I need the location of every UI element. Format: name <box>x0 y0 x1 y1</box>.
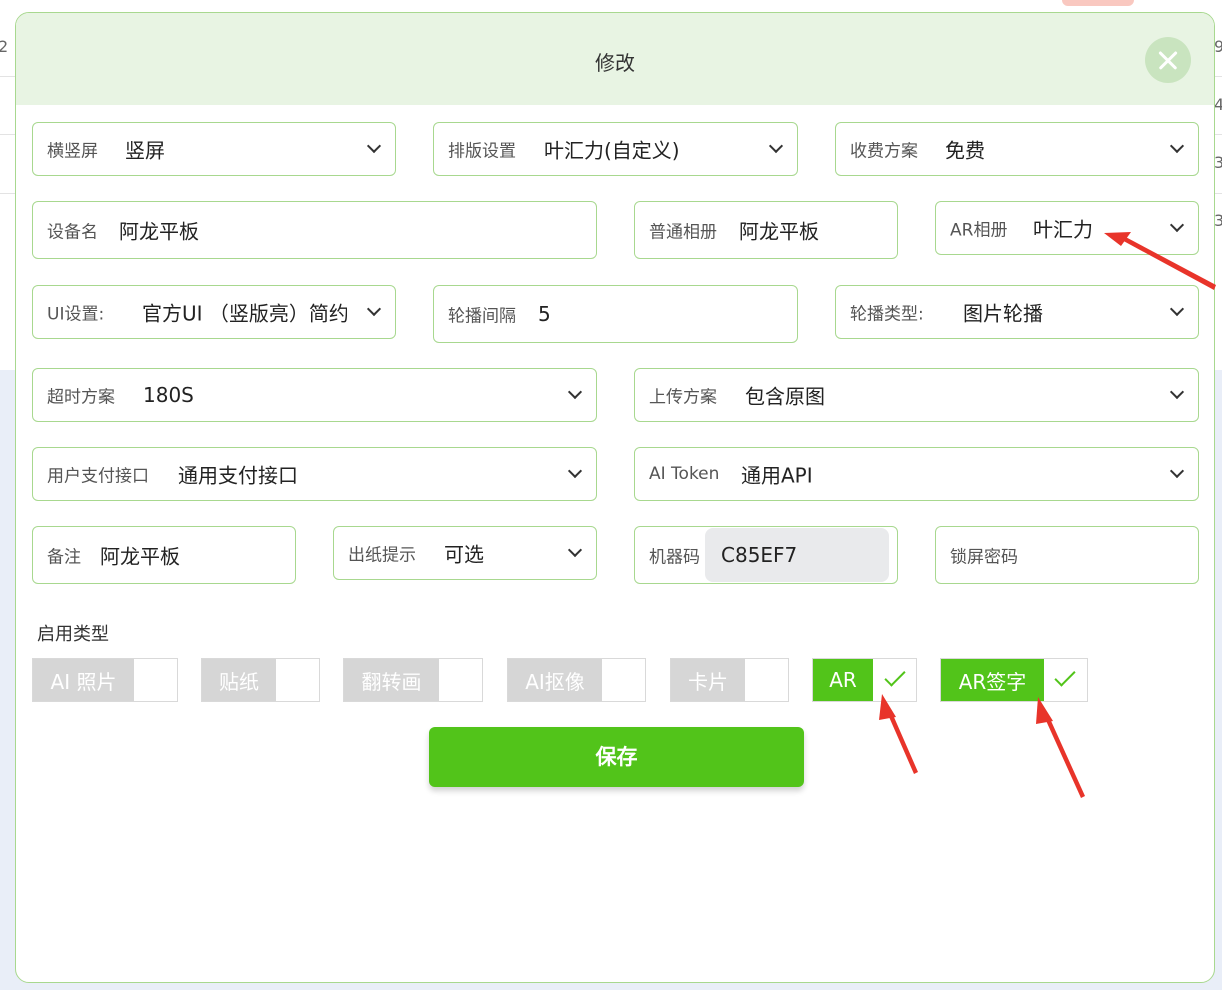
toggle-ar-signature[interactable]: AR签字 <box>940 658 1088 702</box>
chevron-down-icon <box>768 138 784 154</box>
ar-album-select[interactable]: AR相册 叶汇力 <box>935 201 1199 255</box>
background-badge <box>1062 0 1134 6</box>
timeout-plan-label: 超时方案 <box>47 387 115 408</box>
orientation-select[interactable]: 横竖屏 竖屏 <box>32 122 396 176</box>
ai-token-label: AI Token <box>649 464 720 484</box>
pricing-label: 收费方案 <box>850 141 918 162</box>
chevron-down-icon <box>1169 138 1185 154</box>
enable-types-label: 启用类型 <box>37 624 109 645</box>
chevron-down-icon <box>1169 301 1185 317</box>
edit-modal: 修改 横竖屏 竖屏 排版设置 叶汇力(自定义) 收费方案 免费 设备名 阿龙平板… <box>15 12 1215 983</box>
upload-plan-select[interactable]: 上传方案 包含原图 <box>634 368 1199 422</box>
toggle-ar[interactable]: AR <box>812 658 917 702</box>
toggle-label: AI 照片 <box>33 659 134 701</box>
carousel-type-select[interactable]: 轮播类型: 图片轮播 <box>835 285 1199 339</box>
remark-field[interactable]: 备注 阿龙平板 <box>32 526 296 584</box>
carousel-type-value: 图片轮播 <box>963 301 1043 326</box>
chevron-down-icon <box>567 384 583 400</box>
background-cell: 4 <box>1214 95 1222 114</box>
chevron-down-icon <box>567 463 583 479</box>
payment-interface-select[interactable]: 用户支付接口 通用支付接口 <box>32 447 597 501</box>
paper-tip-select[interactable]: 出纸提示 可选 <box>333 526 597 580</box>
ai-token-select[interactable]: AI Token 通用API <box>634 447 1199 501</box>
normal-album-label: 普通相册 <box>649 222 717 243</box>
toggle-label: 卡片 <box>671 659 745 701</box>
toggle-ai-cutout[interactable]: AI抠像 <box>507 658 646 702</box>
toggle-flip-painting[interactable]: 翻转画 <box>343 658 483 702</box>
close-icon[interactable] <box>1145 37 1191 83</box>
lock-password-field[interactable]: 锁屏密码 <box>935 526 1199 584</box>
paper-tip-value: 可选 <box>444 542 484 567</box>
toggle-ai-photo[interactable]: AI 照片 <box>32 658 178 702</box>
toggle-label: 贴纸 <box>202 659 276 701</box>
ui-setting-select[interactable]: UI设置: 官方UI （竖版亮）简约 <box>32 285 396 339</box>
toggle-label: 翻转画 <box>344 659 439 701</box>
ui-setting-value: 官方UI （竖版亮）简约 <box>142 301 347 326</box>
layout-value: 叶汇力(自定义) <box>544 138 680 163</box>
remark-value: 阿龙平板 <box>100 544 180 569</box>
modal-title: 修改 <box>595 51 635 75</box>
chevron-down-icon <box>366 301 382 317</box>
toggle-sticker[interactable]: 贴纸 <box>201 658 320 702</box>
normal-album-value: 阿龙平板 <box>739 219 819 244</box>
upload-plan-label: 上传方案 <box>649 387 717 408</box>
carousel-interval-field[interactable]: 轮播间隔 5 <box>433 285 798 343</box>
toggle-label: AI抠像 <box>508 659 602 701</box>
ar-album-value: 叶汇力 <box>1033 217 1093 242</box>
carousel-type-label: 轮播类型: <box>850 304 924 325</box>
background-cell: 2 <box>0 37 9 56</box>
carousel-interval-label: 轮播间隔 <box>448 306 516 327</box>
background-cell: 3. <box>1214 211 1222 230</box>
machine-code-field: 机器码 C85EF7 <box>634 526 898 584</box>
lock-password-label: 锁屏密码 <box>950 547 1018 568</box>
timeout-plan-select[interactable]: 超时方案 180S <box>32 368 597 422</box>
pricing-value: 免费 <box>945 138 985 163</box>
chevron-down-icon <box>567 542 583 558</box>
machine-code-value: C85EF7 <box>721 543 798 567</box>
toggle-label: AR签字 <box>941 659 1044 701</box>
chevron-down-icon <box>366 138 382 154</box>
orientation-value: 竖屏 <box>125 138 165 163</box>
device-name-value: 阿龙平板 <box>119 219 199 244</box>
payment-interface-value: 通用支付接口 <box>178 463 298 488</box>
chevron-down-icon <box>1169 384 1185 400</box>
device-name-label: 设备名 <box>47 222 98 243</box>
check-icon <box>1054 665 1076 687</box>
orientation-label: 横竖屏 <box>47 141 98 162</box>
chevron-down-icon <box>1169 217 1185 233</box>
chevron-down-icon <box>1169 463 1185 479</box>
ui-setting-label: UI设置: <box>47 304 105 325</box>
save-button[interactable]: 保存 <box>429 727 804 787</box>
timeout-plan-value: 180S <box>143 383 194 407</box>
pricing-select[interactable]: 收费方案 免费 <box>835 122 1199 176</box>
carousel-interval-value: 5 <box>538 302 551 326</box>
normal-album-field[interactable]: 普通相册 阿龙平板 <box>634 201 898 259</box>
ar-album-label: AR相册 <box>950 220 1008 241</box>
layout-select[interactable]: 排版设置 叶汇力(自定义) <box>433 122 798 176</box>
upload-plan-value: 包含原图 <box>745 384 825 409</box>
modal-header: 修改 <box>16 13 1214 105</box>
payment-interface-label: 用户支付接口 <box>47 466 149 487</box>
ai-token-value: 通用API <box>741 463 813 488</box>
background-cell: 9 <box>1214 37 1222 56</box>
check-icon <box>884 665 906 687</box>
paper-tip-label: 出纸提示 <box>348 545 416 566</box>
toggle-card[interactable]: 卡片 <box>670 658 789 702</box>
background-cell: 3. <box>1214 153 1222 172</box>
remark-label: 备注 <box>47 547 81 568</box>
toggle-label: AR <box>813 659 873 701</box>
machine-code-label: 机器码 <box>649 547 700 568</box>
layout-label: 排版设置 <box>448 141 516 162</box>
device-name-field[interactable]: 设备名 阿龙平板 <box>32 201 597 259</box>
